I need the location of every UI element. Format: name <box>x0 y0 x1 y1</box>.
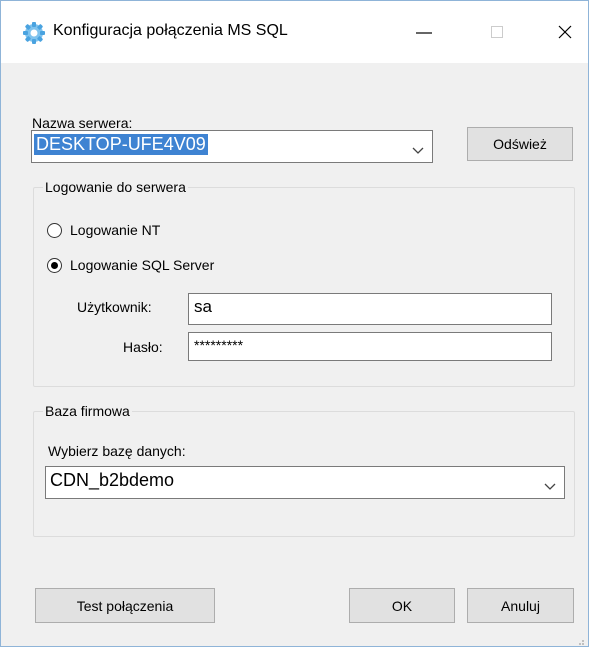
refresh-button[interactable]: Odśwież <box>467 127 573 161</box>
server-name-combobox[interactable]: DESKTOP-UFE4V09 <box>31 130 433 163</box>
cancel-button[interactable]: Anuluj <box>467 588 574 623</box>
user-input[interactable]: sa <box>188 293 552 325</box>
radio-logowanie-nt[interactable]: Logowanie NT <box>47 222 160 238</box>
password-value: ********* <box>194 337 244 353</box>
password-label: Hasło: <box>123 339 163 355</box>
database-label: Wybierz bazę danych: <box>48 443 186 459</box>
radio-nt-label: Logowanie NT <box>70 222 161 238</box>
password-input[interactable]: ********* <box>188 332 552 361</box>
database-group-legend: Baza firmowa <box>43 403 132 419</box>
maximize-button <box>474 15 520 51</box>
server-name-label: Nazwa serwera: <box>32 115 133 131</box>
title-bar[interactable]: Konfiguracja połączenia MS SQL <box>1 1 588 63</box>
database-value[interactable]: CDN_b2bdemo <box>50 470 174 491</box>
gear-icon <box>23 22 45 44</box>
close-button[interactable] <box>542 15 588 51</box>
radio-nt-circle[interactable] <box>47 222 62 238</box>
user-value: sa <box>194 297 212 316</box>
radio-sql-label: Logowanie SQL Server <box>70 257 215 273</box>
minimize-button[interactable] <box>401 15 447 51</box>
database-combobox[interactable]: CDN_b2bdemo <box>45 466 565 499</box>
server-name-value[interactable]: DESKTOP-UFE4V09 <box>34 134 208 155</box>
ok-button[interactable]: OK <box>349 588 455 623</box>
radio-sql-circle[interactable] <box>47 257 62 273</box>
user-label: Użytkownik: <box>77 299 152 315</box>
window-title: Konfiguracja połączenia MS SQL <box>53 22 288 39</box>
chevron-down-icon[interactable] <box>544 478 556 490</box>
minimize-icon <box>416 25 432 41</box>
test-connection-button[interactable]: Test połączenia <box>35 588 215 623</box>
close-icon <box>558 25 572 42</box>
maximize-icon <box>491 25 503 41</box>
chevron-down-icon[interactable] <box>412 142 424 154</box>
config-dialog: Konfiguracja połączenia MS SQL Nazwa ser… <box>0 0 589 647</box>
login-group-legend: Logowanie do serwera <box>43 179 188 195</box>
resize-grip-icon[interactable] <box>575 633 585 645</box>
radio-logowanie-sql[interactable]: Logowanie SQL Server <box>47 257 214 273</box>
